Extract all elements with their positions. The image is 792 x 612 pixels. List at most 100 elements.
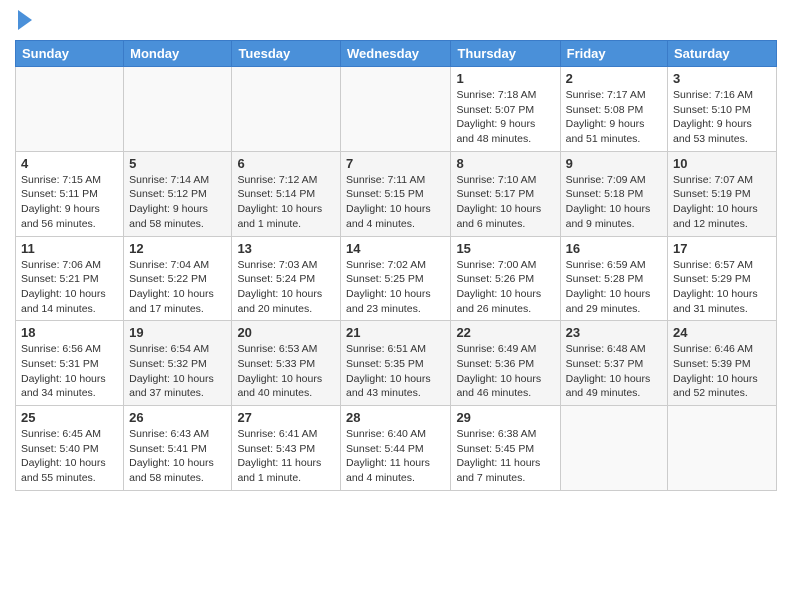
calendar-cell: 17 Sunrise: 6:57 AM Sunset: 5:29 PM Dayli… [668,236,777,321]
calendar-table: SundayMondayTuesdayWednesdayThursdayFrid… [15,40,777,491]
day-number: 29 [456,410,554,425]
calendar-cell: 23 Sunrise: 6:48 AM Sunset: 5:37 PM Dayli… [560,321,667,406]
day-info: Sunrise: 6:59 AM Sunset: 5:28 PM Dayligh… [566,258,662,317]
day-number: 25 [21,410,118,425]
day-number: 7 [346,156,445,171]
day-number: 6 [237,156,335,171]
logo [15,10,32,32]
calendar-cell [560,406,667,491]
day-number: 13 [237,241,335,256]
day-info: Sunrise: 6:57 AM Sunset: 5:29 PM Dayligh… [673,258,771,317]
day-number: 27 [237,410,335,425]
calendar-cell: 3 Sunrise: 7:16 AM Sunset: 5:10 PM Daylig… [668,67,777,152]
weekday-header: Friday [560,41,667,67]
calendar-cell: 13 Sunrise: 7:03 AM Sunset: 5:24 PM Dayli… [232,236,341,321]
day-info: Sunrise: 6:49 AM Sunset: 5:36 PM Dayligh… [456,342,554,401]
day-info: Sunrise: 7:06 AM Sunset: 5:21 PM Dayligh… [21,258,118,317]
day-number: 11 [21,241,118,256]
calendar-cell: 7 Sunrise: 7:11 AM Sunset: 5:15 PM Daylig… [341,151,451,236]
calendar-cell: 12 Sunrise: 7:04 AM Sunset: 5:22 PM Dayli… [124,236,232,321]
calendar-cell [668,406,777,491]
calendar-week-row: 11 Sunrise: 7:06 AM Sunset: 5:21 PM Dayli… [16,236,777,321]
weekday-header: Tuesday [232,41,341,67]
day-number: 18 [21,325,118,340]
day-number: 10 [673,156,771,171]
day-number: 9 [566,156,662,171]
day-info: Sunrise: 7:14 AM Sunset: 5:12 PM Dayligh… [129,173,226,232]
day-info: Sunrise: 6:41 AM Sunset: 5:43 PM Dayligh… [237,427,335,486]
day-number: 14 [346,241,445,256]
calendar-week-row: 4 Sunrise: 7:15 AM Sunset: 5:11 PM Daylig… [16,151,777,236]
day-info: Sunrise: 7:17 AM Sunset: 5:08 PM Dayligh… [566,88,662,147]
calendar-cell [232,67,341,152]
day-number: 4 [21,156,118,171]
calendar-week-row: 18 Sunrise: 6:56 AM Sunset: 5:31 PM Dayli… [16,321,777,406]
day-number: 23 [566,325,662,340]
calendar-cell: 19 Sunrise: 6:54 AM Sunset: 5:32 PM Dayli… [124,321,232,406]
day-number: 8 [456,156,554,171]
day-number: 26 [129,410,226,425]
day-info: Sunrise: 7:11 AM Sunset: 5:15 PM Dayligh… [346,173,445,232]
calendar-cell: 18 Sunrise: 6:56 AM Sunset: 5:31 PM Dayli… [16,321,124,406]
calendar-cell: 10 Sunrise: 7:07 AM Sunset: 5:19 PM Dayli… [668,151,777,236]
day-info: Sunrise: 7:00 AM Sunset: 5:26 PM Dayligh… [456,258,554,317]
day-info: Sunrise: 6:40 AM Sunset: 5:44 PM Dayligh… [346,427,445,486]
weekday-header: Sunday [16,41,124,67]
day-info: Sunrise: 7:15 AM Sunset: 5:11 PM Dayligh… [21,173,118,232]
day-info: Sunrise: 6:45 AM Sunset: 5:40 PM Dayligh… [21,427,118,486]
weekday-header: Saturday [668,41,777,67]
calendar-cell: 25 Sunrise: 6:45 AM Sunset: 5:40 PM Dayli… [16,406,124,491]
day-info: Sunrise: 7:12 AM Sunset: 5:14 PM Dayligh… [237,173,335,232]
day-info: Sunrise: 7:03 AM Sunset: 5:24 PM Dayligh… [237,258,335,317]
calendar-week-row: 25 Sunrise: 6:45 AM Sunset: 5:40 PM Dayli… [16,406,777,491]
calendar-cell: 20Sunrise: 6:53 AM Sunset: 5:33 PM Dayli… [232,321,341,406]
day-number: 17 [673,241,771,256]
calendar-week-row: 1 Sunrise: 7:18 AM Sunset: 5:07 PM Daylig… [16,67,777,152]
calendar-cell [124,67,232,152]
day-info: Sunrise: 6:54 AM Sunset: 5:32 PM Dayligh… [129,342,226,401]
day-info: Sunrise: 6:48 AM Sunset: 5:37 PM Dayligh… [566,342,662,401]
day-info: Sunrise: 7:10 AM Sunset: 5:17 PM Dayligh… [456,173,554,232]
calendar-header-row: SundayMondayTuesdayWednesdayThursdayFrid… [16,41,777,67]
day-info: Sunrise: 7:04 AM Sunset: 5:22 PM Dayligh… [129,258,226,317]
day-number: 2 [566,71,662,86]
calendar-cell: 11 Sunrise: 7:06 AM Sunset: 5:21 PM Dayli… [16,236,124,321]
weekday-header: Thursday [451,41,560,67]
page-header [15,10,777,32]
day-info: Sunrise: 6:38 AM Sunset: 5:45 PM Dayligh… [456,427,554,486]
calendar-cell: 6 Sunrise: 7:12 AM Sunset: 5:14 PM Daylig… [232,151,341,236]
day-number: 21 [346,325,445,340]
calendar-cell: 4 Sunrise: 7:15 AM Sunset: 5:11 PM Daylig… [16,151,124,236]
calendar-cell: 9Sunrise: 7:09 AM Sunset: 5:18 PM Daylig… [560,151,667,236]
day-number: 19 [129,325,226,340]
day-number: 3 [673,71,771,86]
calendar-cell [16,67,124,152]
calendar-cell: 8 Sunrise: 7:10 AM Sunset: 5:17 PM Daylig… [451,151,560,236]
calendar-cell: 2 Sunrise: 7:17 AM Sunset: 5:08 PM Daylig… [560,67,667,152]
calendar-cell: 29 Sunrise: 6:38 AM Sunset: 5:45 PM Dayli… [451,406,560,491]
calendar-cell: 21 Sunrise: 6:51 AM Sunset: 5:35 PM Dayli… [341,321,451,406]
weekday-header: Monday [124,41,232,67]
day-number: 22 [456,325,554,340]
day-number: 1 [456,71,554,86]
logo-arrow-icon [18,10,32,30]
calendar-cell: 16 Sunrise: 6:59 AM Sunset: 5:28 PM Dayli… [560,236,667,321]
weekday-header: Wednesday [341,41,451,67]
calendar-cell: 28 Sunrise: 6:40 AM Sunset: 5:44 PM Dayli… [341,406,451,491]
calendar-cell: 24Sunrise: 6:46 AM Sunset: 5:39 PM Dayli… [668,321,777,406]
day-info: Sunrise: 6:43 AM Sunset: 5:41 PM Dayligh… [129,427,226,486]
day-number: 15 [456,241,554,256]
day-info: Sunrise: 7:18 AM Sunset: 5:07 PM Dayligh… [456,88,554,147]
day-info: Sunrise: 6:51 AM Sunset: 5:35 PM Dayligh… [346,342,445,401]
day-info: Sunrise: 6:56 AM Sunset: 5:31 PM Dayligh… [21,342,118,401]
day-number: 28 [346,410,445,425]
day-info: Sunrise: 7:07 AM Sunset: 5:19 PM Dayligh… [673,173,771,232]
day-number: 16 [566,241,662,256]
calendar-cell: 14Sunrise: 7:02 AM Sunset: 5:25 PM Dayli… [341,236,451,321]
calendar-cell: 27 Sunrise: 6:41 AM Sunset: 5:43 PM Dayli… [232,406,341,491]
day-number: 12 [129,241,226,256]
calendar-cell: 1 Sunrise: 7:18 AM Sunset: 5:07 PM Daylig… [451,67,560,152]
day-info: Sunrise: 7:16 AM Sunset: 5:10 PM Dayligh… [673,88,771,147]
day-number: 5 [129,156,226,171]
day-info: Sunrise: 6:46 AM Sunset: 5:39 PM Dayligh… [673,342,771,401]
